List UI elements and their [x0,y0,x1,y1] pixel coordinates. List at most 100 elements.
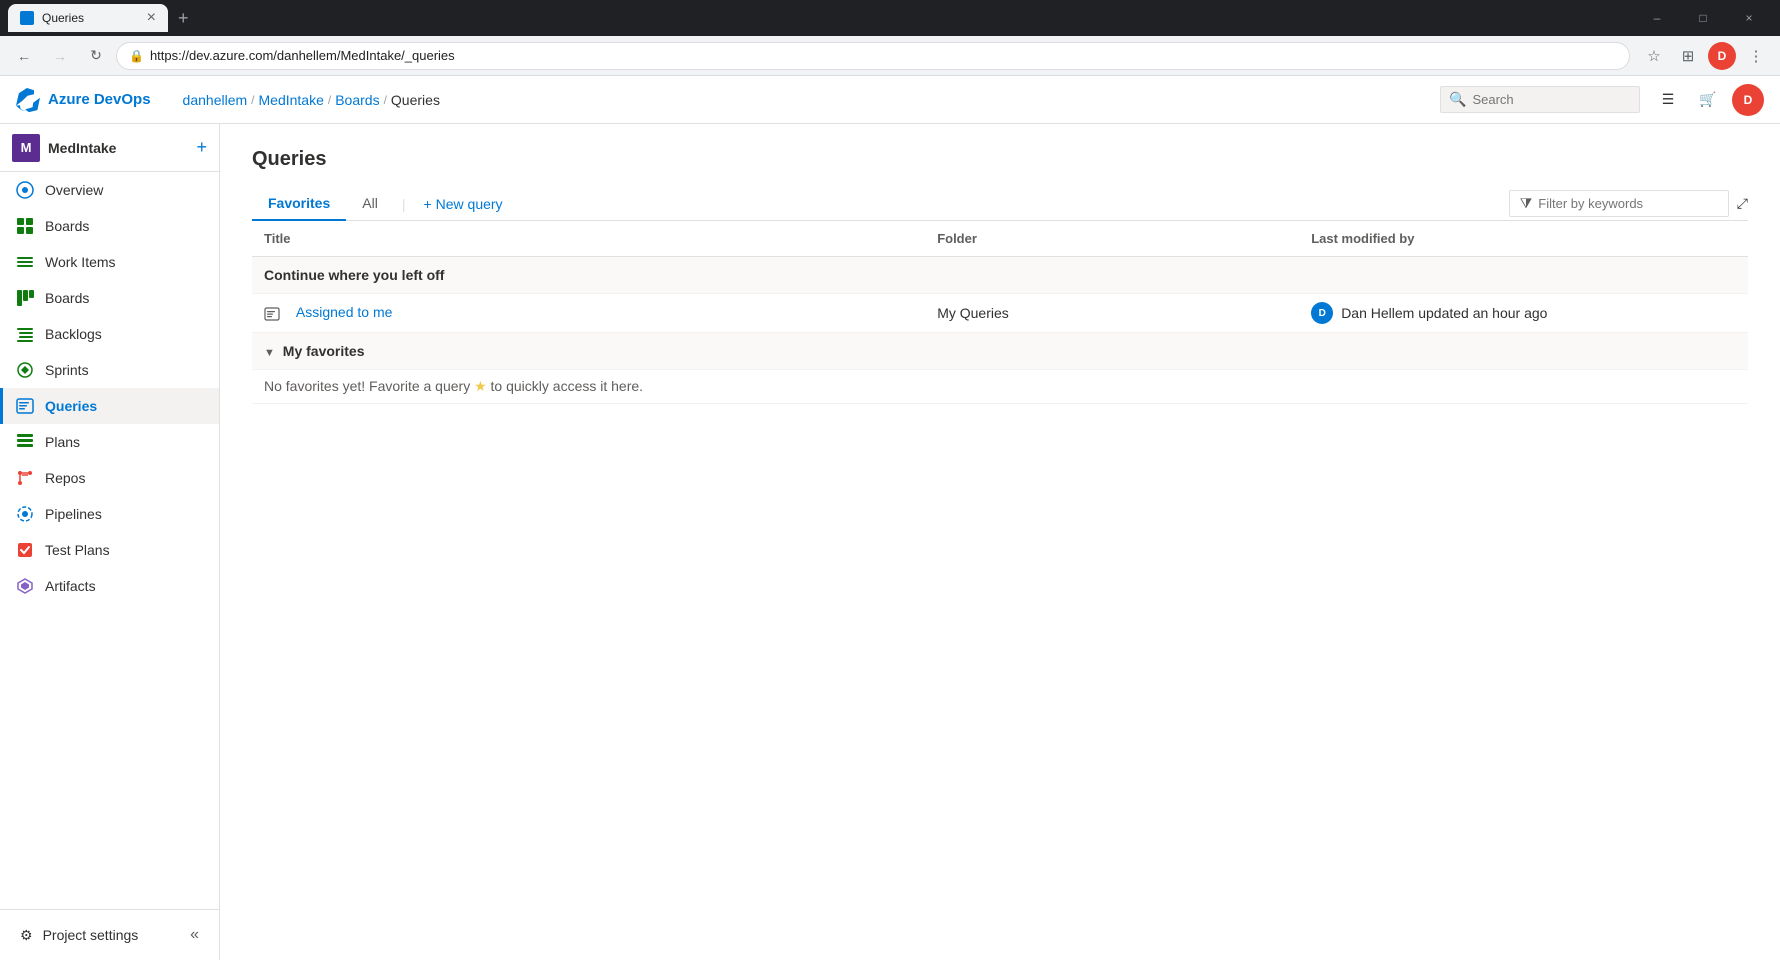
query-updated-cell: D Dan Hellem updated an hour ago [1299,294,1748,333]
add-project-icon[interactable]: + [196,137,207,158]
sidebar-item-overview[interactable]: Overview [0,172,219,208]
tabs-row: Favorites All | + New query ⧩ ⤢ [252,187,1748,221]
boards-top-icon [15,216,35,236]
top-header: Azure DevOps danhellem / MedIntake / Boa… [0,76,1780,124]
address-bar-row: ← → ↻ 🔒 https://dev.azure.com/danhellem/… [0,36,1780,76]
tab-all[interactable]: All [346,187,394,221]
sidebar-item-work-items[interactable]: Work Items [0,244,219,280]
section-continue-title: Continue where you left off [252,257,1748,294]
breadcrumb-boards[interactable]: Boards [335,92,379,108]
section-my-favorites-title: ▼ My favorites [252,333,1748,370]
main-body: M MedIntake + Overview Boards [0,124,1780,960]
new-query-button[interactable]: + New query [413,190,512,218]
azure-devops-logo[interactable]: Azure DevOps [16,88,151,112]
lock-icon: 🔒 [129,49,144,63]
tab-favicon [20,11,34,25]
profile-avatar[interactable]: D [1706,40,1738,72]
expand-button[interactable]: ⤢ [1737,195,1748,212]
menu-icon[interactable]: ⋮ [1740,40,1772,72]
sidebar-item-label-overview: Overview [45,182,103,198]
updated-avatar: D [1311,302,1333,324]
sidebar-item-boards-top[interactable]: Boards [0,208,219,244]
query-link-assigned-to-me[interactable]: Assigned to me [296,304,393,320]
sidebar-item-plans[interactable]: Plans [0,424,219,460]
breadcrumb-sep-1: / [251,93,254,107]
address-bar-actions: ☆ ⊞ D ⋮ [1638,40,1772,72]
sidebar-item-artifacts[interactable]: Artifacts [0,568,219,604]
backlogs-icon [15,324,35,344]
search-input[interactable] [1472,92,1631,107]
project-settings-item[interactable]: ⚙ Project settings « [8,918,211,952]
col-last-modified: Last modified by [1299,221,1748,257]
sidebar-item-backlogs[interactable]: Backlogs [0,316,219,352]
bookmark-icon[interactable]: ☆ [1638,40,1670,72]
sidebar-item-test-plans[interactable]: Test Plans [0,532,219,568]
logo-text: Azure DevOps [48,91,151,108]
minimize-button[interactable]: – [1634,0,1680,36]
sidebar-item-label-plans: Plans [45,434,80,450]
section-my-favorites: ▼ My favorites [252,333,1748,370]
header-search[interactable]: 🔍 [1440,86,1640,113]
basket-icon[interactable]: 🛒 [1692,84,1724,116]
no-favorites-text: No favorites yet! Favorite a query ★ to … [264,366,643,406]
filter-input[interactable] [1538,196,1718,211]
url-text: https://dev.azure.com/danhellem/MedIntak… [150,48,455,63]
breadcrumb-danhellem[interactable]: danhellem [183,92,248,108]
app: Azure DevOps danhellem / MedIntake / Boa… [0,76,1780,960]
profile-icon: D [1708,42,1736,70]
breadcrumb-sep-3: / [384,93,387,107]
browser-tab-active[interactable]: Queries × [8,4,168,32]
header-right: 🔍 ☰ 🛒 D [1440,84,1764,116]
col-title: Title [252,221,925,257]
artifacts-icon [15,576,35,596]
filter-bar: ⧩ ⤢ [1509,190,1748,217]
sidebar-item-sprints[interactable]: Sprints [0,352,219,388]
address-bar[interactable]: 🔒 https://dev.azure.com/danhellem/MedInt… [116,42,1630,70]
star-icon: ★ [474,378,487,394]
forward-button[interactable]: → [44,40,76,72]
updated-text: Dan Hellem updated an hour ago [1341,305,1547,321]
sidebar-item-queries[interactable]: Queries [0,388,219,424]
table-header: Title Folder Last modified by [252,221,1748,257]
no-favorites-row: No favorites yet! Favorite a query ★ to … [252,370,1748,404]
nav-items: Overview Boards Work Items [0,172,219,909]
breadcrumb-medintake[interactable]: MedIntake [259,92,324,108]
new-query-plus-icon: + [423,196,431,212]
no-favorites-cell: No favorites yet! Favorite a query ★ to … [252,370,1748,404]
sidebar-item-repos[interactable]: Repos [0,460,219,496]
list-view-icon[interactable]: ☰ [1652,84,1684,116]
maximize-button[interactable]: □ [1680,0,1726,36]
sidebar-item-label-work-items: Work Items [45,254,116,270]
section-continue: Continue where you left off [252,257,1748,294]
tab-favorites[interactable]: Favorites [252,187,346,221]
filter-icon: ⧩ [1520,195,1533,212]
tab-close-icon[interactable]: × [147,9,156,27]
extensions-icon[interactable]: ⊞ [1672,40,1704,72]
work-items-icon [15,252,35,272]
table-row: Assigned to me My Queries D Dan Hellem u… [252,294,1748,333]
sidebar-item-label-pipelines: Pipelines [45,506,102,522]
user-avatar[interactable]: D [1732,84,1764,116]
settings-icon: ⚙ [20,927,33,944]
header-icons: ☰ 🛒 D [1652,84,1764,116]
collapse-sidebar-button[interactable]: « [190,926,199,944]
sidebar-item-label-test-plans: Test Plans [45,542,110,558]
page-title: Queries [252,148,1748,171]
back-button[interactable]: ← [8,40,40,72]
sidebar-item-label-queries: Queries [45,398,97,414]
refresh-button[interactable]: ↻ [80,40,112,72]
sidebar-item-pipelines[interactable]: Pipelines [0,496,219,532]
search-icon: 🔍 [1449,91,1466,108]
chevron-down-icon: ▼ [264,347,275,359]
close-button[interactable]: × [1726,0,1772,36]
tab-divider: | [402,196,406,212]
col-folder: Folder [925,221,1299,257]
filter-input-container[interactable]: ⧩ [1509,190,1729,217]
table-body: Continue where you left off Assigned to … [252,257,1748,404]
new-tab-button[interactable]: + [174,4,193,33]
browser-chrome: Queries × + – □ × [0,0,1780,36]
project-header: M MedIntake + [0,124,219,172]
project-name: MedIntake [48,140,188,156]
sidebar-item-boards[interactable]: Boards [0,280,219,316]
sprints-icon [15,360,35,380]
